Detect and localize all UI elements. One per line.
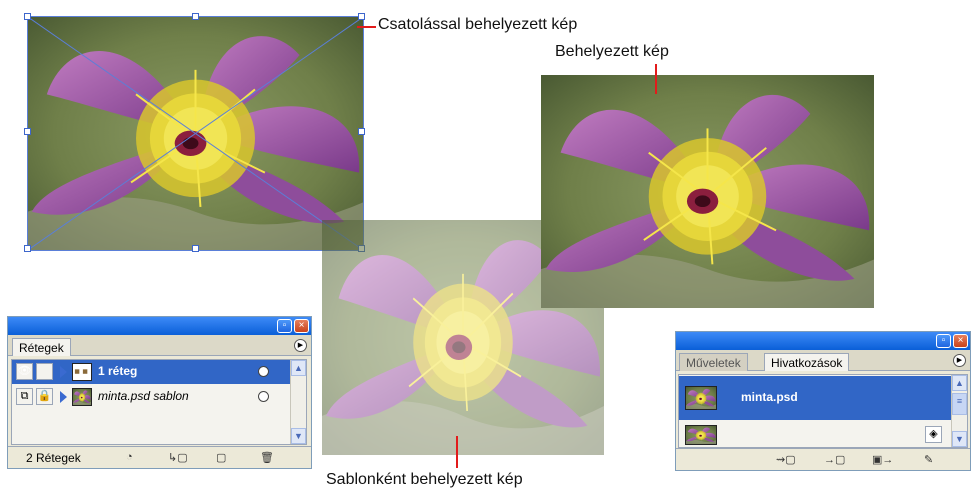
minimize-button[interactable]: ▫ [277,319,292,333]
target-indicator[interactable] [258,366,269,377]
callout-linked: Csatolással behelyezett kép [378,16,578,33]
layer-row[interactable]: 👁 1 réteg [12,360,290,384]
minimize-button[interactable]: ▫ [936,334,951,348]
eye-icon[interactable]: 👁 [16,363,33,380]
layers-tabbar: Rétegek ▶ [8,335,311,356]
scroll-up-button[interactable]: ▲ [952,375,967,391]
links-panel: ▫ × Műveletek Hivatkozások ▶ minta.psd ◈… [675,331,971,471]
link-thumbnail [685,425,717,445]
layer-row[interactable]: ⧉ 🔒 minta.psd sablon [12,385,290,409]
close-button[interactable]: × [953,334,968,348]
sublayer-icon[interactable]: ↳▢ [168,451,188,464]
link-row[interactable]: ◈ [679,423,951,449]
close-button[interactable]: × [294,319,309,333]
link-name: minta.psd [741,390,798,404]
trash-icon[interactable]: 🗑 [260,451,274,464]
edit-original-icon[interactable]: ✎ [924,453,933,466]
callout-line-placed [655,64,657,94]
link-row[interactable]: minta.psd [679,376,951,420]
callout-line-template [456,436,458,468]
update-link-icon[interactable]: ▣→ [872,453,893,466]
link-thumbnail [685,386,717,410]
expand-icon[interactable] [60,366,67,378]
links-statusbar: ⇝▢ →▢ ▣→ ✎ [676,448,970,470]
layer-list: 👁 1 réteg ⧉ 🔒 minta.psd sablon ▲ ▼ [11,359,307,445]
relink-icon[interactable]: ⇝▢ [776,453,796,466]
lock-toggle[interactable] [36,363,53,380]
layer-thumbnail [72,363,92,381]
layer-count: 2 Rétegek [26,451,81,465]
scroll-down-button[interactable]: ▼ [291,428,306,444]
new-layer-icon[interactable]: ▢ [216,451,226,464]
layer-name: 1 réteg [98,364,138,378]
callout-line-linked [357,26,376,28]
scroll-down-button[interactable]: ▼ [952,431,967,447]
expand-icon[interactable] [60,391,67,403]
linked-image[interactable] [27,16,364,251]
layers-titlebar[interactable]: ▫ × [8,317,311,335]
placed-image[interactable] [541,75,874,308]
callout-template: Sablonként behelyezett kép [326,471,523,488]
panel-menu-icon[interactable]: ▶ [294,339,307,352]
target-icon[interactable]: ◔ [126,451,133,463]
links-titlebar[interactable]: ▫ × [676,332,970,350]
target-indicator[interactable] [258,391,269,402]
go-to-link-icon[interactable]: →▢ [824,453,845,466]
tab-layers[interactable]: Rétegek [12,338,71,356]
layers-scrollbar[interactable]: ▲ ▼ [290,360,306,444]
scroll-thumb[interactable]: ≡ [952,393,967,415]
scroll-up-button[interactable]: ▲ [291,360,306,376]
layer-name: minta.psd sablon [98,389,189,403]
links-tabbar: Műveletek Hivatkozások ▶ [676,350,970,371]
layers-panel: ▫ × Rétegek ▶ 👁 1 réteg ⧉ 🔒 minta.psd sa… [7,316,312,469]
lock-icon[interactable]: 🔒 [36,388,53,405]
layer-thumbnail [72,388,92,406]
template-layer-icon[interactable]: ⧉ [16,388,33,405]
tab-actions[interactable]: Műveletek [679,353,748,371]
layers-statusbar: 2 Rétegek ◔ ↳▢ ▢ 🗑 [8,446,311,468]
callout-placed: Behelyezett kép [555,43,669,60]
embedded-icon: ◈ [925,426,942,443]
links-scrollbar[interactable]: ▲ ≡ ▼ [951,375,967,447]
link-list: minta.psd ◈ ▲ ≡ ▼ [678,374,968,448]
panel-menu-icon[interactable]: ▶ [953,354,966,367]
tab-links[interactable]: Hivatkozások [764,353,850,371]
